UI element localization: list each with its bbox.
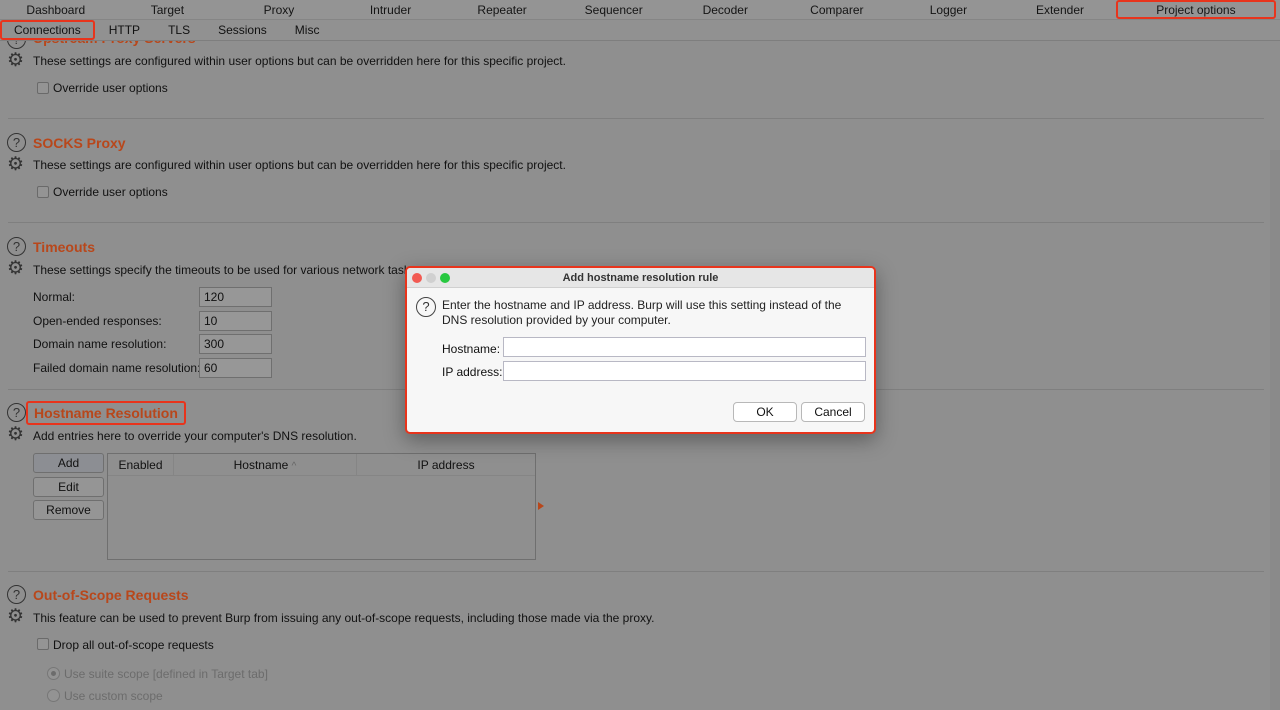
timeout-failed-dns-input[interactable]: 60 (199, 358, 272, 378)
tab-logger[interactable]: Logger (893, 0, 1005, 19)
tab-project-options[interactable]: Project options (1115, 0, 1276, 19)
divider (8, 222, 1264, 223)
tab-sequencer[interactable]: Sequencer (558, 0, 670, 19)
drop-out-of-scope-checkbox[interactable] (37, 638, 49, 650)
ip-address-input[interactable] (503, 361, 866, 381)
add-hostname-dialog: Add hostname resolution rule ? Enter the… (405, 266, 876, 434)
tab-intruder[interactable]: Intruder (335, 0, 447, 19)
remove-button[interactable]: Remove (33, 500, 104, 520)
upstream-override-checkbox[interactable] (37, 82, 49, 94)
tab-repeater[interactable]: Repeater (446, 0, 558, 19)
section-title-timeouts: Timeouts (33, 239, 95, 255)
tab-target[interactable]: Target (112, 0, 224, 19)
upstream-override-label: Override user options (53, 81, 168, 95)
scope-desc: This feature can be used to prevent Burp… (33, 611, 655, 625)
tab-proxy[interactable]: Proxy (223, 0, 335, 19)
timeout-dns-input[interactable]: 300 (199, 334, 272, 354)
socks-override-label: Override user options (53, 185, 168, 199)
gear-icon[interactable]: ⚙ (7, 51, 24, 70)
gear-icon[interactable]: ⚙ (7, 259, 24, 278)
tab-misc[interactable]: Misc (281, 20, 334, 40)
timeout-label-dns: Domain name resolution: (33, 337, 167, 351)
add-button[interactable]: Add (33, 453, 104, 473)
custom-scope-label: Use custom scope (64, 689, 163, 703)
tab-http[interactable]: HTTP (95, 20, 154, 40)
help-icon[interactable]: ? (7, 133, 26, 152)
gear-icon[interactable]: ⚙ (7, 155, 24, 174)
column-ip-address[interactable]: IP address (357, 454, 535, 475)
ok-button[interactable]: OK (733, 402, 797, 422)
column-hostname-label: Hostname (233, 458, 289, 472)
top-tab-bar: Dashboard Target Proxy Intruder Repeater… (0, 0, 1280, 20)
divider (8, 571, 1264, 572)
tab-tls[interactable]: TLS (154, 20, 204, 40)
upstream-desc: These settings are configured within use… (33, 54, 566, 68)
sort-ascending-icon: ^ (291, 461, 297, 472)
section-title-scope: Out-of-Scope Requests (33, 587, 189, 603)
tab-extender[interactable]: Extender (1004, 0, 1116, 19)
gear-icon[interactable]: ⚙ (7, 425, 24, 444)
table-header: Enabled Hostname ^ IP address (108, 454, 535, 476)
section-title-hostname: Hostname Resolution (26, 401, 186, 425)
hostname-table: Enabled Hostname ^ IP address (107, 453, 536, 560)
socks-override-checkbox[interactable] (37, 186, 49, 198)
minimize-window-icon[interactable] (426, 273, 436, 283)
tab-comparer[interactable]: Comparer (781, 0, 893, 19)
suite-scope-label: Use suite scope [defined in Target tab] (64, 667, 268, 681)
hostname-input[interactable] (503, 337, 866, 357)
timeout-label-open-ended: Open-ended responses: (33, 314, 162, 328)
expand-arrow-icon[interactable] (538, 502, 544, 510)
column-hostname[interactable]: Hostname ^ (174, 454, 357, 475)
gear-icon[interactable]: ⚙ (7, 607, 24, 626)
ip-address-label: IP address: (442, 365, 503, 379)
timeout-open-ended-input[interactable]: 10 (199, 311, 272, 331)
drop-out-of-scope-label: Drop all out-of-scope requests (53, 638, 214, 652)
timeout-normal-input[interactable]: 120 (199, 287, 272, 307)
custom-scope-radio[interactable] (47, 689, 60, 702)
section-title-socks: SOCKS Proxy (33, 135, 126, 151)
divider (8, 118, 1264, 119)
timeouts-desc: These settings specify the timeouts to b… (33, 263, 420, 277)
hostname-label: Hostname: (442, 342, 501, 356)
tab-connections[interactable]: Connections (0, 20, 95, 40)
timeout-label-normal: Normal: (33, 290, 76, 304)
column-enabled[interactable]: Enabled (108, 454, 174, 475)
edit-button[interactable]: Edit (33, 477, 104, 497)
maximize-window-icon[interactable] (440, 273, 450, 283)
hostname-desc: Add entries here to override your comput… (33, 429, 357, 443)
tab-sessions[interactable]: Sessions (204, 20, 281, 40)
tab-decoder[interactable]: Decoder (669, 0, 781, 19)
dialog-message: Enter the hostname and IP address. Burp … (442, 298, 842, 327)
suite-scope-radio[interactable] (47, 667, 60, 680)
cancel-button[interactable]: Cancel (801, 402, 865, 422)
help-icon[interactable]: ? (7, 237, 26, 256)
socks-desc: These settings are configured within use… (33, 158, 566, 172)
help-icon[interactable]: ? (7, 585, 26, 604)
close-window-icon[interactable] (412, 273, 422, 283)
dialog-title: Add hostname resolution rule (562, 272, 719, 284)
sub-tab-bar: Connections HTTP TLS Sessions Misc (0, 20, 1280, 41)
scrollbar[interactable] (1270, 150, 1280, 710)
tab-dashboard[interactable]: Dashboard (0, 0, 112, 19)
timeout-label-failed-dns: Failed domain name resolution: (33, 361, 201, 375)
help-icon: ? (416, 297, 436, 317)
dialog-titlebar: Add hostname resolution rule (407, 268, 874, 288)
help-icon[interactable]: ? (7, 403, 26, 422)
